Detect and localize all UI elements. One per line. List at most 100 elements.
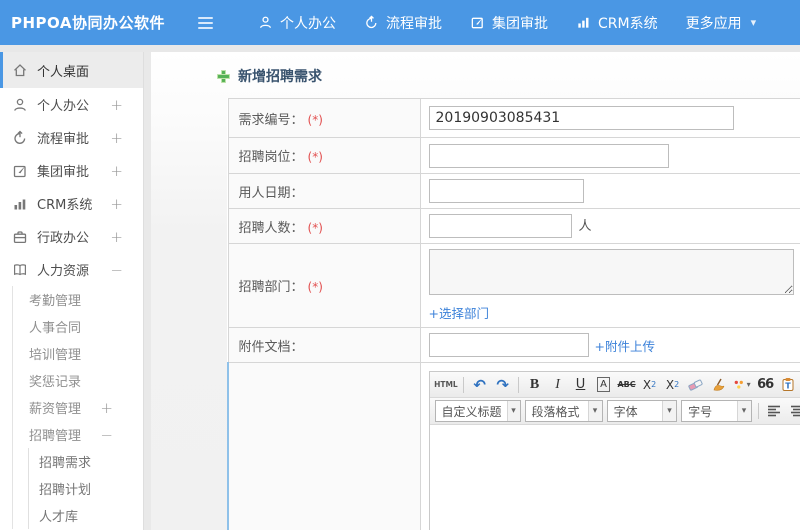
- sidebar-item-crm[interactable]: CRM系统 +: [0, 187, 143, 220]
- broom-icon: [713, 378, 724, 391]
- menu-toggle-button[interactable]: [188, 8, 222, 38]
- sidebar-item-recruitment[interactable]: 招聘管理 −: [13, 421, 143, 448]
- required-mark: (*): [307, 150, 323, 164]
- job-requirements-editor-body[interactable]: [429, 425, 800, 530]
- sidebar-item-recruitment-plan[interactable]: 招聘计划: [29, 475, 143, 502]
- font-size-select[interactable]: 字号 ▾: [681, 400, 752, 422]
- svg-text:T: T: [785, 382, 791, 391]
- recruitment-submenu: 招聘需求 招聘计划 人才库: [28, 448, 143, 529]
- superscript-button[interactable]: X2: [639, 374, 660, 395]
- attachment-input[interactable]: [428, 333, 589, 357]
- italic-button[interactable]: I: [547, 374, 568, 395]
- nav-personal-office[interactable]: 个人办公: [244, 0, 350, 45]
- strikethrough-button[interactable]: ABC: [616, 374, 637, 395]
- plus-icon: [217, 69, 230, 83]
- nav-workflow-approval[interactable]: 流程审批: [350, 0, 456, 45]
- expand-icon[interactable]: +: [110, 195, 123, 213]
- hr-submenu: 考勤管理 人事合同 培训管理 奖惩记录 薪资管理 + 招聘管理 − 招聘需求 招聘计…: [12, 286, 143, 529]
- sidebar-item-admin-office[interactable]: 行政办公 +: [0, 220, 143, 253]
- align-center-icon: [791, 405, 800, 417]
- required-mark: (*): [307, 220, 323, 235]
- color-dots-icon: [734, 380, 743, 389]
- sidebar-item-group-approval[interactable]: 集团审批 +: [0, 154, 143, 187]
- remove-format-button[interactable]: [685, 374, 706, 395]
- expand-icon[interactable]: +: [110, 96, 123, 114]
- top-nav: 个人办公 流程审批 集团审批 CRM系统 更多应用 ▾: [244, 0, 770, 45]
- flow-icon: [14, 130, 26, 144]
- job-position-input[interactable]: [428, 143, 669, 168]
- format-painter-button[interactable]: [708, 374, 729, 395]
- header-divider: [0, 45, 800, 52]
- table-row: 招聘岗位： (*): [227, 137, 800, 174]
- home-icon: [14, 64, 26, 77]
- sidebar: 个人桌面 个人办公 + 流程审批 + 集团审批 + CRM系统 + 行政办公 +…: [0, 52, 144, 530]
- clipboard-icon: T: [782, 378, 794, 391]
- align-center-button[interactable]: [787, 401, 800, 422]
- select-department-link[interactable]: +选择部门: [429, 303, 489, 322]
- department-textarea[interactable]: [428, 249, 794, 295]
- nav-crm-system[interactable]: CRM系统: [562, 0, 672, 45]
- required-mark: (*): [307, 112, 323, 127]
- attachment-upload-link[interactable]: +附件上传: [595, 336, 655, 355]
- sidebar-item-training[interactable]: 培训管理: [13, 340, 143, 367]
- editor-toolbar-row2: 自定义标题 ▾ 段落格式 ▾ 字体 ▾ 字号 ▾: [429, 398, 800, 425]
- caret-down-icon: ▾: [662, 401, 677, 421]
- collapse-icon[interactable]: −: [100, 426, 113, 444]
- expand-icon[interactable]: +: [100, 399, 113, 417]
- hire-date-input[interactable]: [428, 179, 584, 203]
- align-left-button[interactable]: [764, 401, 785, 422]
- rich-text-editor: HTML ↶ ↷ B I U A ABC X 2 X 2 ▾ 66 T 自定义标…: [428, 371, 800, 530]
- blockquote-button[interactable]: 66: [755, 374, 776, 395]
- sidebar-item-personal-desktop[interactable]: 个人桌面: [0, 52, 143, 88]
- underline-button[interactable]: U: [570, 374, 591, 395]
- user-icon: [14, 98, 26, 111]
- bold-button[interactable]: B: [524, 374, 545, 395]
- expand-icon[interactable]: +: [110, 162, 123, 180]
- sidebar-item-talent-pool[interactable]: 人才库: [29, 502, 143, 529]
- field-label: 招聘部门：: [238, 280, 304, 295]
- sidebar-item-personal-office[interactable]: 个人办公 +: [0, 88, 143, 121]
- sidebar-item-salary[interactable]: 薪资管理 +: [13, 394, 143, 421]
- caret-down-icon: ▾: [587, 401, 602, 421]
- heading-select[interactable]: 自定义标题 ▾: [434, 400, 521, 422]
- font-family-select[interactable]: 字体 ▾: [606, 400, 678, 422]
- sidebar-item-hr[interactable]: 人力资源 −: [0, 253, 143, 286]
- edit-icon: [471, 17, 483, 29]
- editor-toolbar-row1: HTML ↶ ↷ B I U A ABC X 2 X 2 ▾ 66 T: [429, 372, 800, 398]
- collapse-icon[interactable]: −: [110, 261, 123, 279]
- expand-icon[interactable]: +: [110, 129, 123, 147]
- html-source-button[interactable]: HTML: [434, 374, 459, 395]
- expand-icon[interactable]: +: [110, 228, 123, 246]
- redo-icon: ↷: [496, 375, 509, 394]
- field-label: 附件文档：: [238, 339, 304, 355]
- nav-more-apps[interactable]: 更多应用 ▾: [672, 0, 771, 45]
- caret-down-icon: ▾: [736, 401, 751, 421]
- field-label: 用人日期：: [238, 185, 304, 201]
- sidebar-item-rewards[interactable]: 奖惩记录: [13, 367, 143, 394]
- sidebar-item-recruitment-demand[interactable]: 招聘需求: [29, 448, 143, 475]
- sidebar-item-workflow-approval[interactable]: 流程审批 +: [0, 121, 143, 154]
- subscript-button[interactable]: X2: [662, 374, 683, 395]
- eraser-icon: [688, 379, 703, 391]
- sidebar-item-attendance[interactable]: 考勤管理: [13, 286, 143, 313]
- headcount-input[interactable]: [428, 214, 572, 238]
- nav-group-approval[interactable]: 集团审批: [456, 0, 562, 45]
- demand-number-input[interactable]: [428, 106, 734, 130]
- undo-button[interactable]: ↶: [469, 374, 490, 395]
- sidebar-gutter: [144, 52, 151, 530]
- paragraph-format-select[interactable]: 段落格式 ▾: [524, 400, 603, 422]
- table-row: 需求编号： (*): [227, 98, 800, 138]
- page-title: 新增招聘需求: [238, 69, 322, 85]
- chart-icon: [578, 17, 589, 28]
- page-header: 新增招聘需求: [151, 52, 800, 98]
- emoticon-button[interactable]: ▾: [731, 374, 753, 395]
- paste-text-button[interactable]: T: [778, 374, 799, 395]
- app-window: PHPOA协同办公软件 个人办公 流程审批 集团审批 CRM系统 更多应用 ▾ …: [0, 0, 800, 530]
- edit-icon: [13, 165, 26, 177]
- font-border-button[interactable]: A: [593, 374, 614, 395]
- redo-button[interactable]: ↷: [492, 374, 513, 395]
- field-label: 需求编号：: [238, 112, 304, 128]
- table-row: 岗位要求：(*) HTML ↶ ↷ B I: [227, 362, 800, 530]
- sidebar-item-hr-contract[interactable]: 人事合同: [13, 313, 143, 340]
- app-logo: PHPOA协同办公软件: [11, 14, 165, 32]
